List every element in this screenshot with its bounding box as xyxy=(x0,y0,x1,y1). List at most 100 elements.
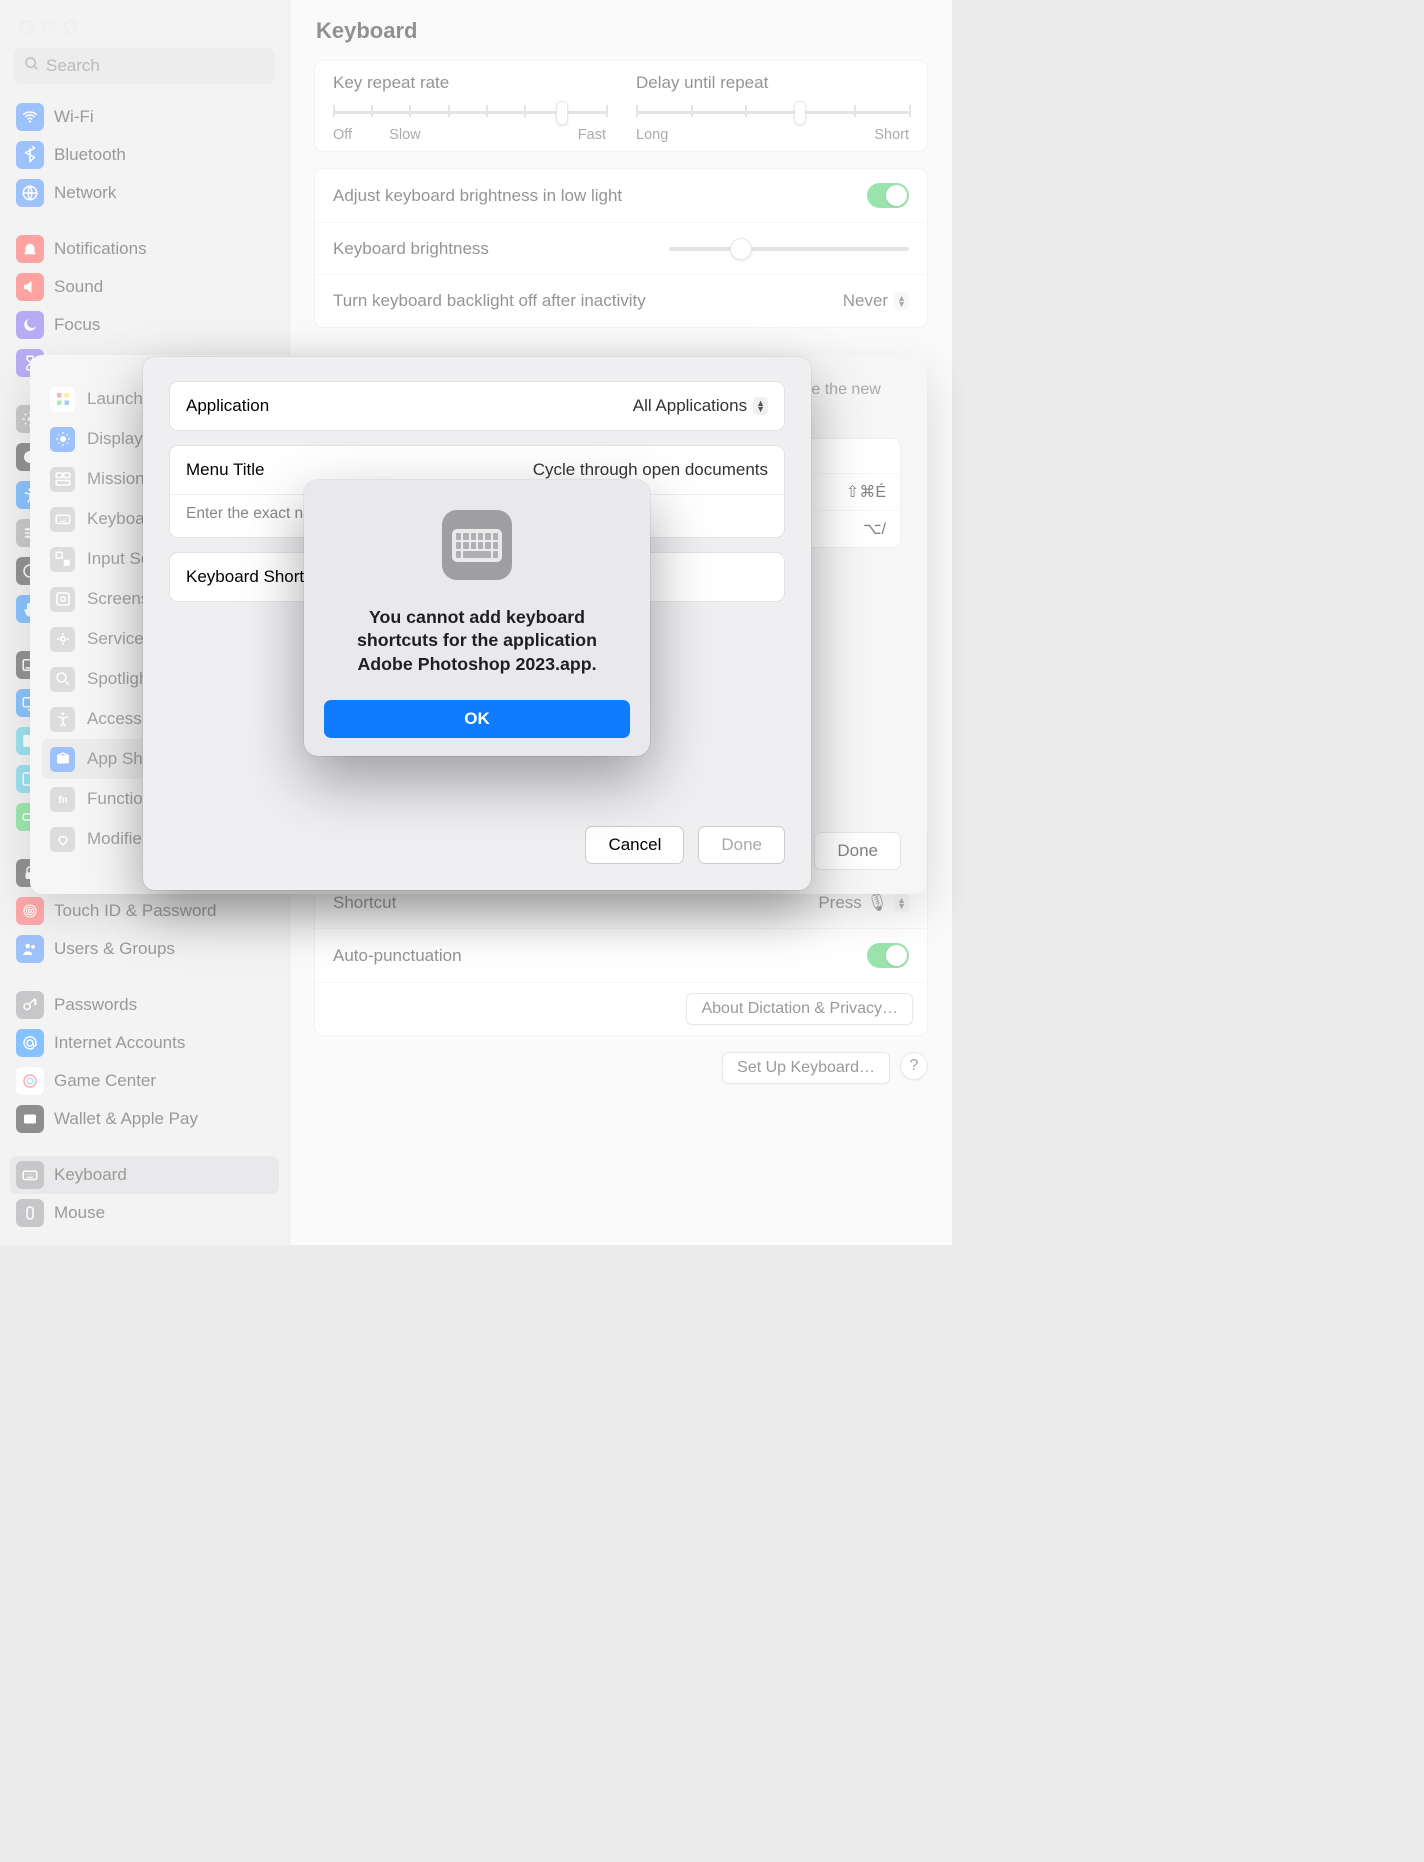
shortcut-keys: ⌥/ xyxy=(863,519,886,539)
minimize-dot[interactable] xyxy=(42,20,55,33)
access-icon xyxy=(50,707,75,732)
repeat-panel: Key repeat rate Off Slow Fast xyxy=(314,60,928,152)
mouse-icon xyxy=(16,1199,44,1227)
backlight-select[interactable]: Never ▲▼ xyxy=(843,291,909,311)
sidebar-item-label: Focus xyxy=(54,315,100,335)
key-repeat-label: Key repeat rate xyxy=(333,73,606,93)
game-icon xyxy=(16,1067,44,1095)
sidebar-item-wallet-apple-pay[interactable]: Wallet & Apple Pay xyxy=(10,1100,279,1138)
sidebar-item-label: Keyboard xyxy=(54,1165,127,1185)
sidebar-item-label: Sound xyxy=(54,277,103,297)
done-button[interactable]: Done xyxy=(698,826,785,864)
sidebar-item-bluetooth[interactable]: Bluetooth xyxy=(10,136,279,174)
delay-slider[interactable] xyxy=(636,101,909,123)
svg-text:fn: fn xyxy=(58,795,67,806)
bt-icon xyxy=(16,141,44,169)
wifi-icon xyxy=(16,103,44,131)
sidebar-item-label: Wi-Fi xyxy=(54,107,94,127)
globe-icon xyxy=(16,179,44,207)
key-repeat-slider[interactable] xyxy=(333,101,606,123)
brightness-panel: Adjust keyboard brightness in low light … xyxy=(314,168,928,328)
wallet-icon xyxy=(16,1105,44,1133)
label-short: Short xyxy=(874,127,909,143)
sidebar-item-label: Touch ID & Password xyxy=(54,901,217,921)
label-long: Long xyxy=(636,127,668,143)
autopunct-label: Auto-punctuation xyxy=(333,946,462,966)
sidebar-item-focus[interactable]: Focus xyxy=(10,306,279,344)
menu-title-input[interactable] xyxy=(361,460,768,480)
sidebar-item-users-groups[interactable]: Users & Groups xyxy=(10,930,279,968)
sidebar-item-game-center[interactable]: Game Center xyxy=(10,1062,279,1100)
at-icon xyxy=(16,1029,44,1057)
grid-icon xyxy=(50,387,75,412)
sidebar-item-label: Users & Groups xyxy=(54,939,175,959)
shortcut-keys: ⇧⌘É xyxy=(846,482,886,502)
sidebar-item-notifications[interactable]: Notifications xyxy=(10,230,279,268)
sun-icon xyxy=(50,427,75,452)
sidebar-item-label: Bluetooth xyxy=(54,145,126,165)
adjust-brightness-label: Adjust keyboard brightness in low light xyxy=(333,186,622,206)
sidebar-item-label: Network xyxy=(54,183,116,203)
shortcuts-category-label: Display xyxy=(87,429,143,449)
brightness-slider[interactable] xyxy=(669,247,909,251)
sidebar-item-label: Passwords xyxy=(54,995,137,1015)
finger-icon xyxy=(16,897,44,925)
shortcut-label: Shortcut xyxy=(333,893,396,913)
window-controls xyxy=(20,20,77,33)
mod-icon xyxy=(50,827,75,852)
footer-row: Set Up Keyboard… ? xyxy=(314,1052,928,1084)
adjust-brightness-toggle[interactable] xyxy=(867,183,909,208)
application-label: Application xyxy=(186,396,269,416)
chevron-updown-icon: ▲▼ xyxy=(753,397,768,415)
users-icon xyxy=(16,935,44,963)
cog-icon xyxy=(50,627,75,652)
kb-icon xyxy=(50,507,75,532)
label-slow: Slow xyxy=(389,127,420,143)
apps-icon xyxy=(50,747,75,772)
sidebar-item-passwords[interactable]: Passwords xyxy=(10,986,279,1024)
lang-icon xyxy=(50,547,75,572)
key-repeat-block: Key repeat rate Off Slow Fast xyxy=(333,73,606,143)
sidebar-item-label: Wallet & Apple Pay xyxy=(54,1109,198,1129)
shortcut-select[interactable]: Press 🎙 ▲▼ xyxy=(818,893,909,913)
sound-icon xyxy=(16,273,44,301)
close-dot[interactable] xyxy=(20,20,33,33)
sidebar-item-sound[interactable]: Sound xyxy=(10,268,279,306)
label-off: Off xyxy=(333,127,352,143)
about-dictation-button[interactable]: About Dictation & Privacy… xyxy=(686,993,913,1025)
ok-button[interactable]: OK xyxy=(324,700,630,738)
bell-icon xyxy=(16,235,44,263)
autopunct-toggle[interactable] xyxy=(867,943,909,968)
alert-dialog: You cannot add keyboard shortcuts for th… xyxy=(304,480,650,756)
sidebar-item-network[interactable]: Network xyxy=(10,174,279,212)
search-icon xyxy=(24,56,40,77)
key-icon xyxy=(16,991,44,1019)
sidebar-item-internet-accounts[interactable]: Internet Accounts xyxy=(10,1024,279,1062)
application-row[interactable]: Application All Applications ▲▼ xyxy=(170,382,784,430)
zoom-dot[interactable] xyxy=(64,20,77,33)
help-button[interactable]: ? xyxy=(900,1052,928,1080)
chevron-updown-icon: ▲▼ xyxy=(894,894,909,912)
delay-block: Delay until repeat Long Short xyxy=(636,73,909,143)
cancel-button[interactable]: Cancel xyxy=(585,826,684,864)
chevron-updown-icon: ▲▼ xyxy=(894,292,909,310)
sidebar-item-wi-fi[interactable]: Wi-Fi xyxy=(10,98,279,136)
sidebar-item-mouse[interactable]: Mouse xyxy=(10,1194,279,1232)
sidebar-item-label: Mouse xyxy=(54,1203,105,1223)
mc-icon xyxy=(50,467,75,492)
sidebar-item-label: Internet Accounts xyxy=(54,1033,185,1053)
search-input[interactable] xyxy=(46,56,265,76)
sidebar-item-keyboard[interactable]: Keyboard xyxy=(10,1156,279,1194)
sidebar-item-touch-id-password[interactable]: Touch ID & Password xyxy=(10,892,279,930)
setup-keyboard-button[interactable]: Set Up Keyboard… xyxy=(722,1052,890,1084)
moon-icon xyxy=(16,311,44,339)
search-box[interactable] xyxy=(14,48,275,84)
application-value: All Applications xyxy=(633,396,747,416)
sidebar-item-label: Game Center xyxy=(54,1071,156,1091)
brightness-label: Keyboard brightness xyxy=(333,239,489,259)
keyboard-icon xyxy=(442,510,512,580)
shortcuts-done-button[interactable]: Done xyxy=(814,832,901,870)
shot-icon xyxy=(50,587,75,612)
sidebar-item-label: Notifications xyxy=(54,239,147,259)
backlight-label: Turn keyboard backlight off after inacti… xyxy=(333,291,646,311)
